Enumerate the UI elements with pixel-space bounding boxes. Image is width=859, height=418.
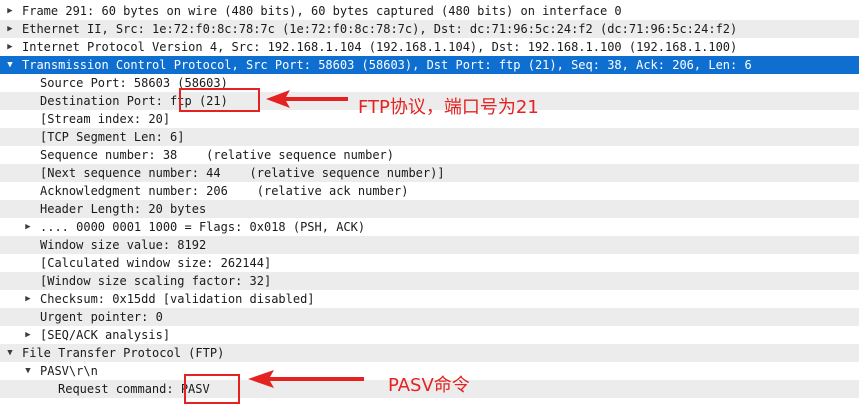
field-tree-row[interactable]: Header Length: 20 bytes (0, 200, 859, 218)
tree-row-text: [Next sequence number: 44 (relative sequ… (40, 166, 445, 180)
expand-triangle-icon[interactable]: ▶ (4, 38, 16, 56)
expand-triangle-icon[interactable]: ▶ (22, 290, 34, 308)
tree-row-text: File Transfer Protocol (FTP) (22, 346, 225, 360)
annotation-pasv-command: PASV命令 (388, 375, 470, 396)
tree-row-text: [Stream index: 20] (40, 112, 171, 126)
tree-row-text: Ethernet II, Src: 1e:72:f0:8c:78:7c (1e:… (22, 22, 738, 36)
tree-row-text: .... 0000 0001 1000 = Flags: 0x018 (PSH,… (40, 220, 366, 234)
highlight-box-pasv-command (184, 374, 240, 404)
field-tree-row[interactable]: Source Port: 58603 (58603) (0, 74, 859, 92)
field-tree-row[interactable]: [TCP Segment Len: 6] (0, 128, 859, 146)
tree-row-text: [Window size scaling factor: 32] (40, 274, 272, 288)
tree-row-text: [Calculated window size: 262144] (40, 256, 272, 270)
field-tree-row[interactable]: [Window size scaling factor: 32] (0, 272, 859, 290)
field-tree-row[interactable]: Window size value: 8192 (0, 236, 859, 254)
expand-triangle-icon[interactable]: ▶ (4, 20, 16, 38)
expand-triangle-icon[interactable]: ▶ (22, 326, 34, 344)
tree-row-text: Window size value: 8192 (40, 238, 207, 252)
arrow-to-dst-port (266, 90, 348, 108)
tree-row-text: Transmission Control Protocol, Src Port:… (22, 58, 752, 72)
protocol-tree-row[interactable]: ▶ Internet Protocol Version 4, Src: 192.1… (0, 38, 859, 56)
expand-triangle-icon[interactable]: ▶ (22, 218, 34, 236)
tree-row-text: Internet Protocol Version 4, Src: 192.16… (22, 40, 738, 54)
protocol-tree-row[interactable]: ▶ Ethernet II, Src: 1e:72:f0:8c:78:7c (1e… (0, 20, 859, 38)
field-tree-row[interactable]: [Next sequence number: 44 (relative sequ… (0, 164, 859, 182)
highlight-box-dst-port (179, 88, 260, 112)
tree-row-text: Sequence number: 38 (relative sequence n… (40, 148, 395, 162)
collapse-triangle-icon[interactable]: ▼ (22, 362, 34, 380)
field-tree-row[interactable]: Sequence number: 38 (relative sequence n… (0, 146, 859, 164)
collapse-triangle-icon[interactable]: ▼ (4, 344, 16, 362)
field-tree-row[interactable]: [Calculated window size: 262144] (0, 254, 859, 272)
expand-triangle-icon[interactable]: ▶ (4, 2, 16, 20)
tree-row-text: Urgent pointer: 0 (40, 310, 163, 324)
tree-row-text: PASV\r\n (40, 364, 98, 378)
tree-row-text: Frame 291: 60 bytes on wire (480 bits), … (22, 4, 622, 18)
tree-row-text: Header Length: 20 bytes (40, 202, 207, 216)
protocol-tree-row[interactable]: ▼ Transmission Control Protocol, Src Port… (0, 56, 859, 74)
tree-row-text: [SEQ/ACK analysis] (40, 328, 171, 342)
protocol-tree-row[interactable]: ▼ File Transfer Protocol (FTP) (0, 344, 859, 362)
collapse-triangle-icon[interactable]: ▼ (4, 56, 16, 74)
tree-row-text: [TCP Segment Len: 6] (40, 130, 185, 144)
field-tree-row[interactable]: ▶ .... 0000 0001 1000 = Flags: 0x018 (PSH… (0, 218, 859, 236)
field-tree-row[interactable]: ▶ Checksum: 0x15dd [validation disabled] (0, 290, 859, 308)
field-tree-row[interactable]: ▶ [SEQ/ACK analysis] (0, 326, 859, 344)
annotation-ftp-port: FTP协议，端口号为21 (358, 97, 539, 118)
protocol-tree-row[interactable]: ▶ Frame 291: 60 bytes on wire (480 bits),… (0, 2, 859, 20)
tree-row-text: Acknowledgment number: 206 (relative ack… (40, 184, 409, 198)
field-tree-row[interactable]: Urgent pointer: 0 (0, 308, 859, 326)
arrow-to-pasv-command (248, 370, 364, 388)
field-tree-row[interactable]: Acknowledgment number: 206 (relative ack… (0, 182, 859, 200)
tree-row-text: Checksum: 0x15dd [validation disabled] (40, 292, 315, 306)
